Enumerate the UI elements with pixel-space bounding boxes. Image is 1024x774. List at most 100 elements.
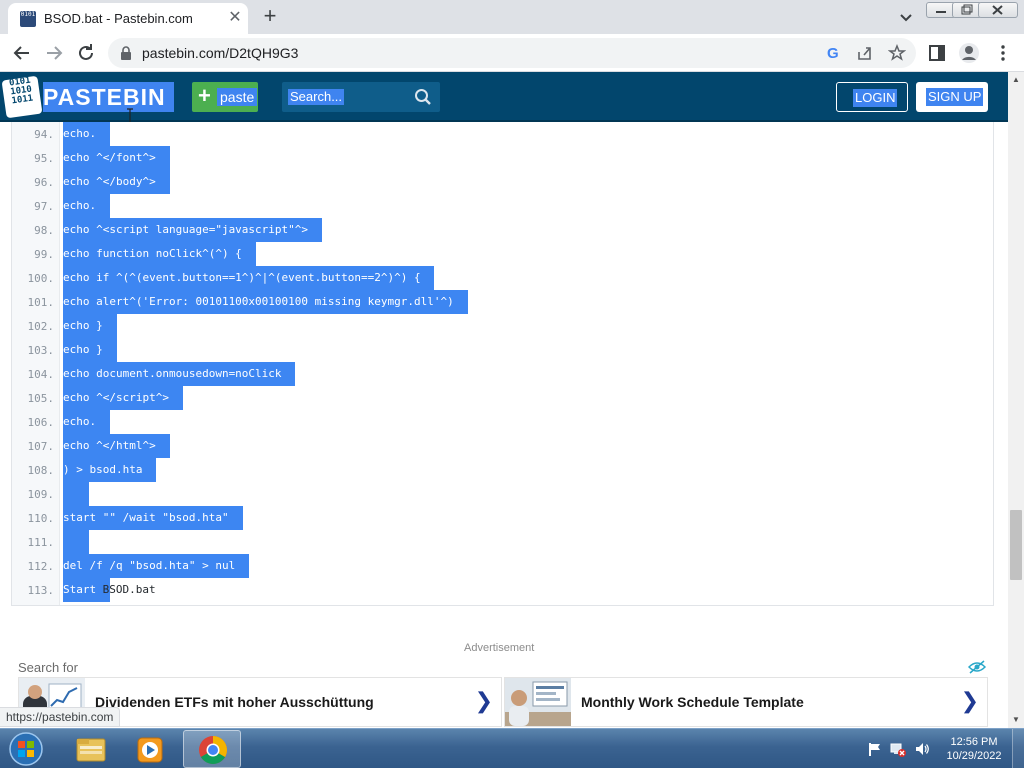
code-line[interactable]: 97. echo. bbox=[12, 194, 993, 218]
code-text-unselected[interactable]: BSOD.bat bbox=[96, 583, 156, 597]
code-line[interactable]: 111. bbox=[12, 530, 993, 554]
scroll-down-arrow-icon[interactable]: ▼ bbox=[1008, 712, 1024, 728]
code-line[interactable]: 102. echo } bbox=[12, 314, 993, 338]
line-number: 112. bbox=[27, 560, 55, 573]
back-arrow-icon[interactable] bbox=[10, 41, 34, 65]
ad-title[interactable]: Monthly Work Schedule Template bbox=[581, 694, 804, 710]
line-number: 107. bbox=[27, 440, 55, 453]
code-line[interactable]: 98. echo ^<script language="javascript"^> bbox=[12, 218, 993, 242]
code-line[interactable]: 94. echo. bbox=[12, 122, 993, 146]
pastebin-logo-text[interactable]: PASTEBIN bbox=[43, 82, 174, 112]
line-number: 96. bbox=[34, 176, 54, 189]
new-paste-button[interactable]: + paste bbox=[192, 82, 258, 112]
chevron-right-icon[interactable]: ❯ bbox=[475, 690, 493, 712]
pastebin-logo-icon[interactable]: 0101 1010 1011 bbox=[1, 75, 43, 119]
code-line[interactable]: 104. echo document.onmousedown=noClick bbox=[12, 362, 993, 386]
signup-button[interactable]: SIGN UP bbox=[916, 82, 988, 112]
tab-close-icon[interactable]: ✕ bbox=[226, 9, 244, 27]
url-text[interactable]: pastebin.com/D2tQH9G3 bbox=[142, 45, 298, 61]
chrome-taskbar-button[interactable] bbox=[183, 730, 241, 768]
code-text[interactable]: echo. bbox=[63, 199, 96, 213]
code-line[interactable]: 96. echo ^</body^> bbox=[12, 170, 993, 194]
media-player-icon bbox=[137, 737, 163, 763]
explorer-taskbar-button[interactable] bbox=[62, 730, 120, 768]
code-text[interactable]: echo } bbox=[63, 319, 103, 333]
chrome-icon bbox=[199, 736, 227, 764]
address-bar[interactable]: pastebin.com/D2tQH9G3 G bbox=[108, 38, 916, 68]
code-text[interactable]: echo alert^('Error: 00101100x00100100 mi… bbox=[63, 295, 454, 309]
code-line[interactable]: 108.) > bsod.hta bbox=[12, 458, 993, 482]
code-line[interactable]: 110. start "" /wait "bsod.hta" bbox=[12, 506, 993, 530]
show-desktop-button[interactable] bbox=[1012, 729, 1024, 769]
code-line[interactable]: 106. echo. bbox=[12, 410, 993, 434]
code-text[interactable]: Start bbox=[63, 583, 96, 597]
code-text[interactable]: echo ^</script^> bbox=[63, 391, 169, 405]
code-text[interactable]: echo. bbox=[63, 127, 96, 141]
profile-avatar-icon[interactable] bbox=[958, 42, 980, 64]
code-line[interactable]: 105. echo ^</script^> bbox=[12, 386, 993, 410]
code-line[interactable]: 112. del /f /q "bsod.hta" > nul bbox=[12, 554, 993, 578]
browser-tab[interactable]: 0101 BSOD.bat - Pastebin.com ✕ bbox=[8, 3, 248, 34]
selection-highlight bbox=[63, 482, 89, 506]
kebab-menu-icon[interactable] bbox=[994, 44, 1012, 62]
code-text[interactable]: echo ^</html^> bbox=[63, 439, 156, 453]
code-line[interactable]: 100. echo if ^(^(event.button==1^)^|^(eve… bbox=[12, 266, 993, 290]
code-text[interactable]: echo ^<script language="javascript"^> bbox=[63, 223, 308, 237]
volume-icon[interactable] bbox=[914, 741, 930, 757]
page-scrollbar[interactable]: ▲ ▼ bbox=[1008, 72, 1024, 728]
login-button[interactable]: LOGIN bbox=[836, 82, 908, 112]
code-line[interactable]: 99. echo function noClick^(^) { bbox=[12, 242, 993, 266]
windows-start-icon[interactable] bbox=[6, 731, 46, 767]
signup-label: SIGN UP bbox=[926, 88, 984, 106]
taskbar-clock[interactable]: 12:56 PM 10/29/2022 bbox=[944, 735, 1004, 763]
code-line[interactable]: 103. echo } bbox=[12, 338, 993, 362]
browser-toolbar: pastebin.com/D2tQH9G3 G bbox=[0, 34, 1024, 72]
scroll-up-arrow-icon[interactable]: ▲ bbox=[1008, 72, 1024, 88]
action-center-flag-icon[interactable] bbox=[866, 741, 882, 757]
code-text[interactable]: echo } bbox=[63, 343, 103, 357]
search-icon[interactable] bbox=[414, 88, 432, 106]
code-text[interactable]: del /f /q "bsod.hta" > nul bbox=[63, 559, 235, 573]
reload-icon[interactable] bbox=[74, 41, 98, 65]
media-player-taskbar-button[interactable] bbox=[122, 730, 180, 768]
line-number: 103. bbox=[27, 344, 55, 357]
ad-title[interactable]: Dividenden ETFs mit hoher Ausschüttung bbox=[95, 694, 374, 710]
code-viewer[interactable]: 94. echo. 95. echo ^</font^> 96. echo ^</body… bbox=[11, 122, 994, 606]
line-number: 111. bbox=[27, 536, 55, 549]
windows-taskbar: 12:56 PM 10/29/2022 bbox=[0, 728, 1024, 769]
side-panel-icon[interactable] bbox=[928, 44, 946, 62]
forward-arrow-icon[interactable] bbox=[42, 41, 66, 65]
code-text[interactable]: ) > bsod.hta bbox=[63, 463, 142, 477]
new-tab-icon[interactable]: + bbox=[258, 5, 282, 29]
code-text[interactable]: echo. bbox=[63, 415, 96, 429]
login-label: LOGIN bbox=[853, 89, 898, 107]
lock-icon[interactable] bbox=[120, 46, 132, 60]
code-text[interactable]: echo function noClick^(^) { bbox=[63, 247, 242, 261]
chevron-right-icon[interactable]: ❯ bbox=[961, 690, 979, 712]
code-line[interactable]: 101. echo alert^('Error: 00101100x0010010… bbox=[12, 290, 993, 314]
code-text[interactable]: echo if ^(^(event.button==1^)^|^(event.b… bbox=[63, 271, 421, 285]
line-number: 99. bbox=[34, 248, 54, 261]
code-line[interactable]: 113. Start BSOD.bat bbox=[12, 578, 993, 602]
code-text[interactable]: echo document.onmousedown=noClick bbox=[63, 367, 282, 381]
network-disconnected-icon[interactable] bbox=[890, 741, 906, 757]
search-input[interactable]: Search... bbox=[282, 82, 440, 112]
ad-visibility-eye-icon[interactable] bbox=[968, 660, 986, 674]
selection-highlight bbox=[63, 530, 89, 554]
share-icon[interactable] bbox=[856, 44, 874, 62]
scrollbar-thumb[interactable] bbox=[1010, 510, 1022, 580]
tab-search-chevron-icon[interactable] bbox=[896, 7, 916, 27]
code-text[interactable]: echo ^</body^> bbox=[63, 175, 156, 189]
clock-time: 12:56 PM bbox=[950, 736, 998, 748]
ad-card[interactable]: Monthly Work Schedule Template ❯ bbox=[504, 677, 988, 727]
line-number: 101. bbox=[27, 296, 55, 309]
line-number: 95. bbox=[34, 152, 54, 165]
code-line[interactable]: 109. bbox=[12, 482, 993, 506]
code-text[interactable]: echo ^</font^> bbox=[63, 151, 156, 165]
window-close-icon[interactable] bbox=[978, 2, 1018, 18]
google-lens-icon[interactable]: G bbox=[824, 44, 842, 62]
code-line[interactable]: 95. echo ^</font^> bbox=[12, 146, 993, 170]
bookmark-star-icon[interactable] bbox=[888, 44, 906, 62]
code-text[interactable]: start "" /wait "bsod.hta" bbox=[63, 511, 229, 525]
code-line[interactable]: 107. echo ^</html^> bbox=[12, 434, 993, 458]
